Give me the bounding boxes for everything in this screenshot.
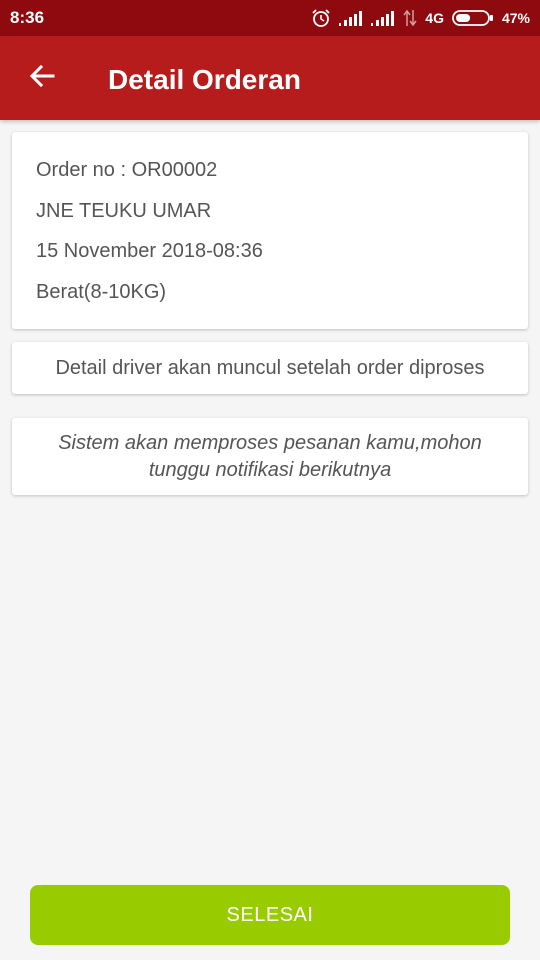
order-card: Order no : OR00002 JNE TEUKU UMAR 15 Nov…: [12, 132, 528, 329]
order-number: Order no : OR00002: [36, 159, 218, 181]
back-button[interactable]: [22, 60, 62, 96]
battery-percent: 47%: [501, 10, 530, 26]
page-title: Detail Orderan: [108, 64, 301, 95]
driver-notice-text: Detail driver akan muncul setelah order …: [55, 356, 485, 379]
order-weight: Berat(8-10KG): [36, 280, 167, 303]
system-notice-card: Sistem akan memproses pesanan kamu,mohon…: [12, 418, 528, 495]
signal-icon: [371, 10, 395, 26]
app-bar: Detail Orderan: [0, 36, 540, 120]
driver-notice-card: Detail driver akan muncul setelah order …: [12, 342, 528, 394]
status-bar: 8:36 4G 47%: [0, 0, 540, 36]
signal-icon: [339, 10, 363, 26]
status-time: 8:36: [10, 8, 45, 27]
data-transfer-icon: [403, 9, 417, 27]
finish-button[interactable]: SELESAI: [30, 885, 510, 945]
order-datetime: 15 November 2018-08:36: [36, 240, 263, 262]
alarm-icon: [311, 8, 331, 28]
battery-icon: [452, 9, 494, 27]
status-icons: 4G 47%: [311, 8, 530, 28]
network-type: 4G: [425, 10, 444, 26]
system-notice-text: Sistem akan memproses pesanan kamu,mohon…: [58, 431, 482, 481]
order-courier: JNE TEUKU UMAR: [36, 199, 212, 222]
arrow-left-icon: [29, 64, 55, 93]
